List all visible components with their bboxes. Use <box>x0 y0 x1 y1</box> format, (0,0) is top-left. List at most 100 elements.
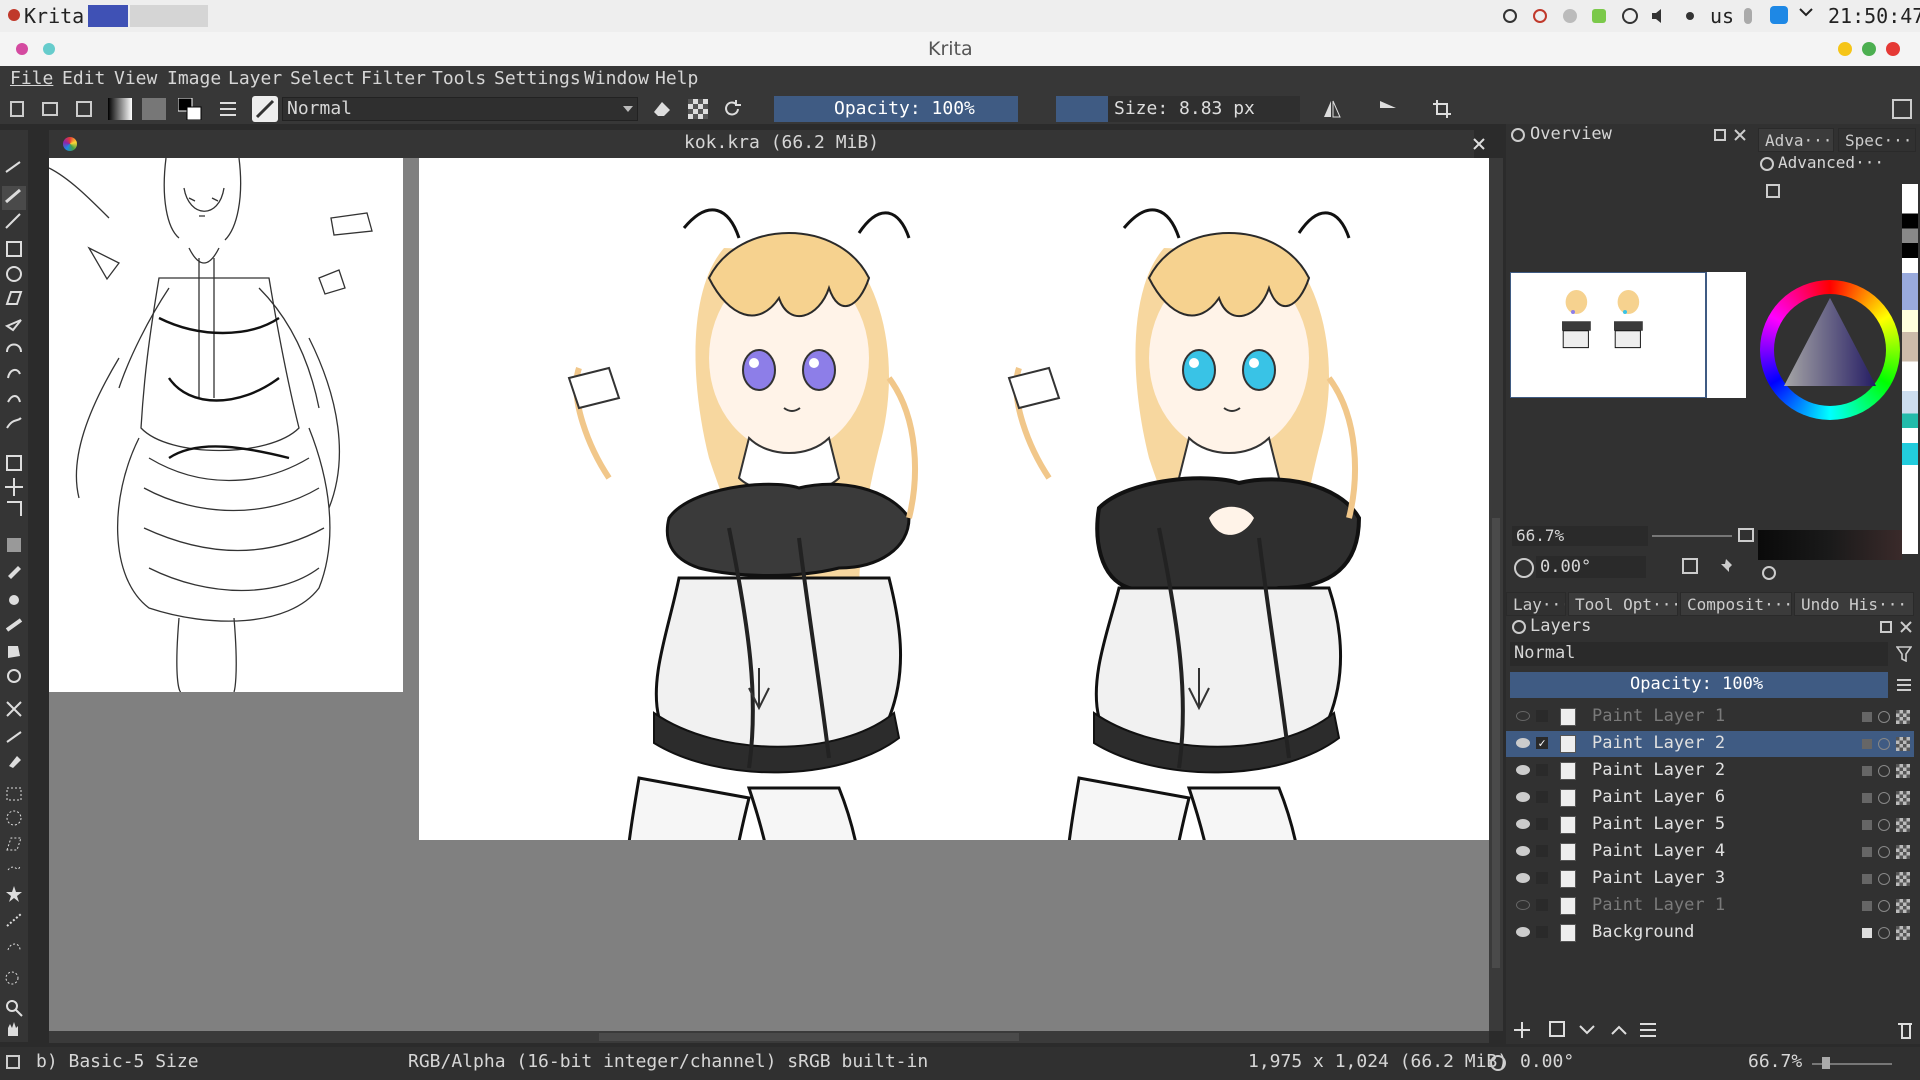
size-slider[interactable]: Size: 8.83 px <box>1056 96 1300 122</box>
alpha-lock-icon[interactable] <box>1878 846 1890 858</box>
wifi-icon[interactable] <box>1770 6 1788 24</box>
layer-checkbox[interactable] <box>1536 872 1548 884</box>
overview-rotation-field[interactable]: 0.00° <box>1536 556 1646 578</box>
layer-row[interactable]: Paint Layer 6 <box>1506 785 1914 811</box>
alpha-lock-icon[interactable] <box>1878 927 1890 939</box>
zoom-slider[interactable] <box>1652 535 1732 537</box>
layer-name[interactable]: Paint Layer 6 <box>1592 787 1725 807</box>
fit-view-icon[interactable] <box>1738 528 1754 542</box>
save-icon[interactable] <box>76 101 92 117</box>
layer-row[interactable]: Paint Layer 1 <box>1506 704 1914 730</box>
advanced-settings-icon[interactable] <box>1766 184 1780 198</box>
new-document-icon[interactable] <box>10 101 24 117</box>
inherit-alpha-icon[interactable] <box>1896 926 1910 940</box>
layer-checkbox[interactable] <box>1536 899 1548 911</box>
alpha-lock-icon[interactable] <box>1878 792 1890 804</box>
alpha-lock-icon[interactable] <box>1878 711 1890 723</box>
maximize-button[interactable] <box>1862 42 1876 56</box>
tab-specific-color[interactable]: Spec··· <box>1838 128 1916 152</box>
wrap-around-icon[interactable] <box>1432 99 1452 119</box>
preserve-alpha-icon[interactable] <box>688 99 708 119</box>
eraser-mode-icon[interactable] <box>652 100 672 118</box>
layers-close-icon[interactable] <box>1900 621 1912 633</box>
canvas-horizontal-scrollbar[interactable] <box>49 1031 1489 1043</box>
pin-icon[interactable] <box>1718 558 1734 574</box>
overview-close-icon[interactable] <box>1734 129 1746 141</box>
layer-row[interactable]: Background <box>1506 920 1914 946</box>
close-document-icon[interactable] <box>1472 137 1486 151</box>
layer-row[interactable]: Paint Layer 3 <box>1506 866 1914 892</box>
reload-preset-icon[interactable] <box>722 99 742 119</box>
layer-checkbox[interactable] <box>1536 818 1548 830</box>
layer-checkbox[interactable] <box>1536 845 1548 857</box>
inherit-alpha-icon[interactable] <box>1896 710 1910 724</box>
taskbar-app-label[interactable]: Krita <box>24 4 84 28</box>
menu-tools[interactable]: Tools <box>432 68 486 89</box>
layer-name[interactable]: Paint Layer 4 <box>1592 841 1725 861</box>
microphone-icon[interactable] <box>1744 8 1752 24</box>
tab-undo-history[interactable]: Undo His··· <box>1794 592 1914 616</box>
layer-checkbox[interactable] <box>1536 926 1548 938</box>
color-wheel[interactable] <box>1760 280 1900 420</box>
status-color-space[interactable]: RGB/Alpha (16-bit integer/channel) sRGB … <box>408 1051 928 1072</box>
status-zoom-knob[interactable] <box>1822 1057 1830 1069</box>
lock-icon[interactable] <box>1862 766 1872 776</box>
layer-name[interactable]: Paint Layer 1 <box>1592 895 1725 915</box>
tab-layers[interactable]: Lay··· <box>1506 592 1566 616</box>
mirror-horizontal-icon[interactable] <box>1322 99 1342 119</box>
alpha-lock-icon[interactable] <box>1878 900 1890 912</box>
lock-icon[interactable] <box>1862 874 1872 884</box>
menu-image[interactable]: Image <box>167 68 221 89</box>
menu-layer[interactable]: Layer <box>228 68 282 89</box>
color-triangle[interactable] <box>1774 294 1886 406</box>
color-history[interactable] <box>1758 530 1902 560</box>
layer-checkbox[interactable]: ✓ <box>1536 737 1548 749</box>
open-document-icon[interactable] <box>42 102 58 116</box>
lock-icon[interactable] <box>1862 928 1872 938</box>
layer-row[interactable]: Paint Layer 1 <box>1506 893 1914 919</box>
opacity-slider[interactable]: Opacity: 100% <box>774 96 1018 122</box>
layer-opacity-slider[interactable]: Opacity: 100% <box>1510 672 1888 698</box>
layer-name[interactable]: Paint Layer 2 <box>1592 760 1725 780</box>
close-button[interactable] <box>1886 42 1900 56</box>
document-tab-title[interactable]: kok.kra (66.2 MiB) <box>684 132 879 153</box>
lock-icon[interactable] <box>1862 847 1872 857</box>
inherit-alpha-icon[interactable] <box>1896 845 1910 859</box>
menu-file[interactable]: File <box>10 68 53 89</box>
refresh-icon[interactable] <box>1762 566 1776 580</box>
overview-preview[interactable] <box>1510 272 1746 398</box>
tab-advanced-color[interactable]: Adva··· <box>1758 128 1834 152</box>
workspace-indicator[interactable] <box>130 5 208 27</box>
layer-row[interactable]: Paint Layer 2 <box>1506 758 1914 784</box>
layer-row[interactable]: Paint Layer 5 <box>1506 812 1914 838</box>
layer-checkbox[interactable] <box>1536 764 1548 776</box>
keyboard-layout[interactable]: us <box>1710 4 1734 28</box>
layer-name[interactable]: Background <box>1592 922 1694 942</box>
visibility-eye-icon[interactable] <box>1516 900 1530 910</box>
menu-view[interactable]: View <box>114 68 157 89</box>
color-strip[interactable] <box>1902 184 1918 554</box>
canvas-vertical-scrollbar[interactable] <box>1489 158 1503 1031</box>
gradient-selector-icon[interactable] <box>108 98 132 120</box>
sticky-icon[interactable] <box>43 43 55 55</box>
inherit-alpha-icon[interactable] <box>1896 737 1910 751</box>
rotation-dial-icon[interactable] <box>1514 558 1534 578</box>
brush-settings-icon[interactable] <box>218 100 238 118</box>
visibility-eye-icon[interactable] <box>1516 738 1530 748</box>
visibility-eye-icon[interactable] <box>1516 927 1530 937</box>
vertical-scroll-thumb[interactable] <box>1492 518 1500 968</box>
krita-app-icon[interactable] <box>8 9 20 21</box>
lock-icon[interactable] <box>1862 820 1872 830</box>
menu-help[interactable]: Help <box>655 68 698 89</box>
mirror-view-icon[interactable] <box>1682 558 1698 574</box>
canvas-area[interactable] <box>49 158 1489 1031</box>
brush-preset-icon[interactable] <box>252 96 278 122</box>
layer-name[interactable]: Paint Layer 2 <box>1592 733 1725 753</box>
layer-options-icon[interactable] <box>1896 678 1912 692</box>
status-rotation[interactable]: 0.00° <box>1520 1051 1574 1072</box>
lock-icon[interactable] <box>1862 793 1872 803</box>
chevron-down-icon[interactable] <box>1798 4 1814 20</box>
layer-checkbox[interactable] <box>1536 791 1548 803</box>
mirror-vertical-icon[interactable] <box>1378 99 1398 119</box>
layer-name[interactable]: Paint Layer 3 <box>1592 868 1725 888</box>
